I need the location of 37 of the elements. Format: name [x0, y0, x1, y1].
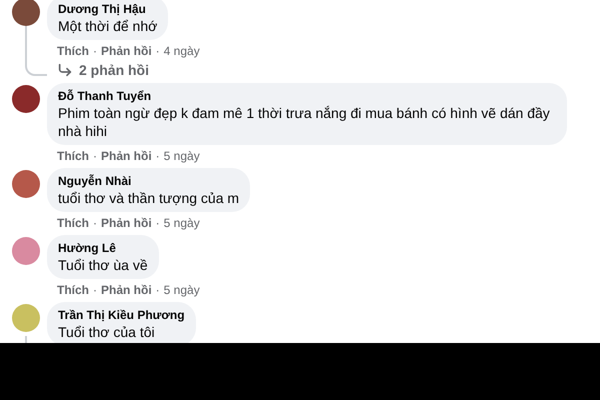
commenter-name[interactable]: Trần Thị Kiều Phương	[58, 307, 185, 323]
separator: ·	[156, 215, 160, 232]
like-link[interactable]: Thích	[57, 215, 89, 232]
reply-link[interactable]: Phản hồi	[101, 215, 152, 232]
comment-text: tuổi thơ và thần tượng của m	[58, 189, 240, 207]
view-replies-button[interactable]: 2 phản hồi	[47, 60, 149, 80]
reply-arrow-icon	[57, 62, 73, 78]
comment-text: Tuổi thơ ùa về	[58, 256, 148, 274]
commenter-name[interactable]: Đỗ Thanh Tuyển	[58, 88, 556, 104]
reply-link[interactable]: Phản hồi	[101, 148, 152, 165]
comment-time[interactable]: 5 ngày	[164, 148, 200, 165]
avatar-placeholder	[12, 170, 40, 198]
commenter-name[interactable]: Dương Thị Hậu	[58, 1, 158, 17]
separator: ·	[93, 282, 97, 299]
comment-time[interactable]: 5 ngày	[164, 215, 200, 232]
commenter-name[interactable]: Nguyễn Nhài	[58, 173, 240, 189]
separator: ·	[93, 43, 97, 60]
like-link[interactable]: Thích	[57, 282, 89, 299]
comment-text: Phim toàn ngừ đẹp k đam mê 1 thời trưa nắng đi mua bánh có hình vẽ dán đầy nhà hihi	[58, 104, 551, 140]
like-link[interactable]: Thích	[57, 43, 89, 60]
avatar-placeholder	[12, 0, 40, 26]
comment-text: Tuổi thơ của tôi	[58, 323, 156, 341]
avatar-placeholder	[12, 85, 40, 113]
avatar-placeholder	[12, 304, 40, 332]
comment-text: Một thời để nhớ	[58, 17, 158, 35]
reply-link[interactable]: Phản hồi	[101, 43, 152, 60]
separator: ·	[93, 148, 97, 165]
separator: ·	[156, 148, 160, 165]
separator: ·	[156, 43, 160, 60]
like-link[interactable]: Thích	[57, 148, 89, 165]
comment-time[interactable]: 4 ngày	[164, 43, 200, 60]
separator: ·	[156, 282, 160, 299]
separator: ·	[93, 215, 97, 232]
avatar-placeholder	[12, 237, 40, 265]
commenter-name[interactable]: Hường Lê	[58, 240, 148, 256]
comment-time[interactable]: 5 ngày	[164, 282, 200, 299]
reply-link[interactable]: Phản hồi	[101, 282, 152, 299]
